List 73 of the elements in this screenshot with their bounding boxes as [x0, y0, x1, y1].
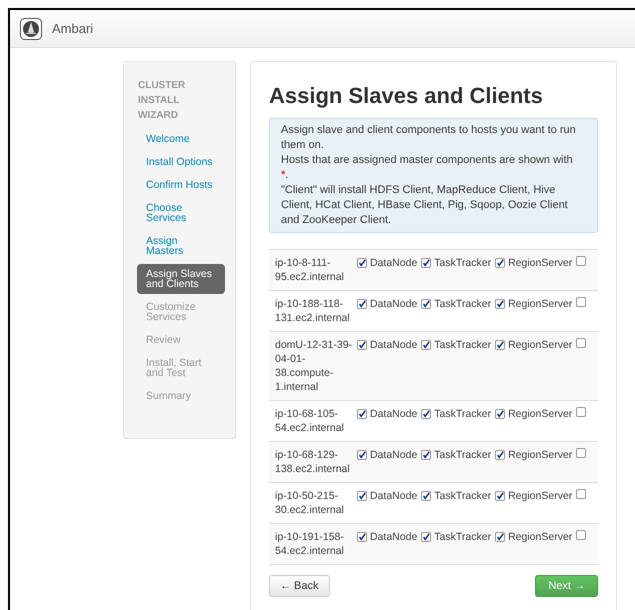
checkbox[interactable]	[576, 297, 586, 307]
checkbox[interactable]	[421, 299, 432, 309]
page-title: Assign Slaves and Clients	[269, 82, 544, 110]
wizard-step[interactable]: Assign Masters	[137, 231, 225, 261]
checkbox[interactable]	[421, 340, 432, 350]
checkbox[interactable]	[357, 409, 367, 419]
component-label: RegionServer	[508, 530, 572, 544]
component-label: TaskTracker	[434, 448, 492, 462]
component-label: RegionServer	[508, 338, 572, 352]
host-name: ip-10-8-111-95.ec2.internal	[275, 256, 345, 284]
checkbox[interactable]	[495, 450, 506, 460]
info-text: Hosts that are assigned master components are shown with	[281, 153, 574, 168]
component-label: DataNode	[370, 530, 418, 544]
host-name: domU-12-31-39-04-01-38.compute-1.internal	[275, 338, 354, 394]
component-label: DataNode	[370, 407, 418, 421]
checkbox[interactable]	[357, 491, 367, 501]
info-text: .	[285, 168, 288, 183]
component-label: RegionServer	[508, 448, 572, 462]
checkbox[interactable]	[357, 340, 367, 350]
wizard-step[interactable]: Choose Services	[137, 198, 225, 228]
host-name: ip-10-50-215-30.ec2.internal	[275, 489, 345, 517]
checkbox[interactable]	[357, 532, 367, 542]
component-label: TaskTracker	[434, 256, 492, 270]
checkbox[interactable]	[576, 448, 586, 458]
back-button[interactable]: ← Back	[269, 575, 330, 597]
checkbox[interactable]	[495, 299, 506, 309]
component-label: RegionServer	[508, 256, 572, 270]
component-label: DataNode	[370, 338, 418, 352]
component-label: TaskTracker	[434, 338, 492, 352]
checkbox[interactable]	[576, 338, 586, 348]
checkbox[interactable]	[421, 532, 432, 542]
master-marker: *	[281, 168, 286, 183]
host-name: ip-10-68-129-138.ec2.internal	[275, 448, 351, 476]
component-label: DataNode	[370, 256, 418, 270]
info-text: "Client" will install HDFS Client, MapReduce Client, Hive Client, HCat Client, HBase Client, Pig, Sqoop, Oozie Client and ZooKeeper Client.	[281, 183, 569, 228]
component-label: TaskTracker	[434, 530, 492, 544]
next-button[interactable]: Next →	[535, 575, 598, 597]
checkbox[interactable]	[576, 407, 586, 417]
app-title: Ambari	[52, 20, 94, 38]
component-label: RegionServer	[508, 297, 572, 311]
checkbox[interactable]	[576, 256, 586, 266]
wizard-step[interactable]: Install Options	[137, 152, 225, 172]
logo-icon	[20, 18, 42, 40]
checkbox[interactable]	[421, 491, 432, 501]
component-label: DataNode	[370, 297, 418, 311]
checkbox[interactable]	[495, 491, 506, 501]
wizard-step[interactable]: Confirm Hosts	[137, 175, 225, 195]
info-text: Assign slave and client components to hosts you want to run them on.	[281, 123, 577, 153]
wizard-step[interactable]: Welcome	[137, 129, 225, 149]
host-name: ip-10-188-118-131.ec2.internal	[275, 297, 351, 325]
sidebar-heading: CLUSTER INSTALL WIZARD	[138, 79, 186, 123]
checkbox[interactable]	[357, 258, 367, 268]
checkbox[interactable]	[495, 532, 506, 542]
checkbox[interactable]	[495, 340, 506, 350]
checkbox[interactable]	[576, 530, 586, 540]
component-label: DataNode	[370, 489, 418, 503]
checkbox[interactable]	[495, 409, 506, 419]
component-label: TaskTracker	[434, 489, 492, 503]
component-label: RegionServer	[508, 489, 572, 503]
host-name: ip-10-191-158-54.ec2.internal	[275, 530, 345, 558]
checkbox[interactable]	[576, 489, 586, 499]
component-label: TaskTracker	[434, 407, 492, 421]
checkbox[interactable]	[495, 258, 506, 268]
component-label: RegionServer	[508, 407, 572, 421]
checkbox[interactable]	[357, 450, 367, 460]
checkbox[interactable]	[421, 258, 432, 268]
host-name: ip-10-68-105-54.ec2.internal	[275, 407, 345, 435]
checkbox[interactable]	[421, 450, 432, 460]
checkbox[interactable]	[357, 299, 367, 309]
component-label: TaskTracker	[434, 297, 492, 311]
component-label: DataNode	[370, 448, 418, 462]
wizard-step[interactable]: Assign Slaves and Clients	[137, 264, 225, 294]
checkbox[interactable]	[421, 409, 432, 419]
